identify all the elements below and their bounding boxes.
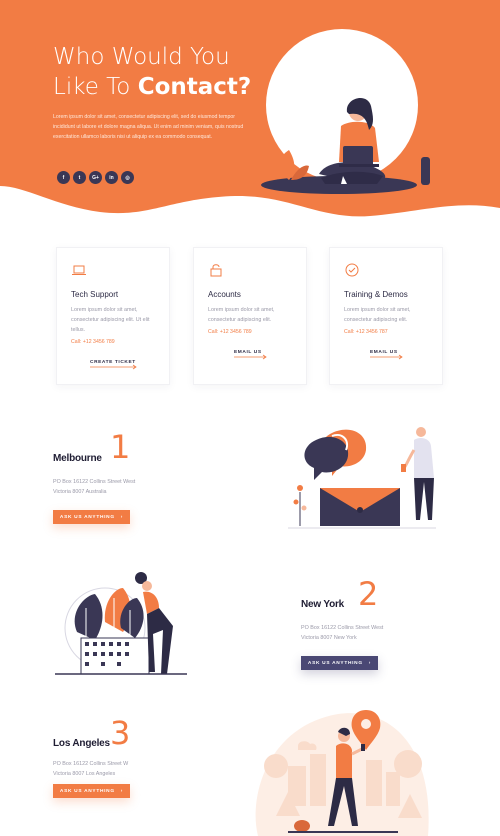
card-title: Tech Support [71, 290, 119, 299]
card-text: Lorem ipsum dolor sit amet, consectetur … [208, 307, 275, 323]
card-title: Training & Demos [344, 290, 408, 299]
check-circle-icon [345, 263, 359, 277]
chevron-right-icon: › [120, 788, 124, 794]
linkedin-icon[interactable]: in [105, 171, 118, 184]
ask-us-anything-button[interactable]: ASK US ANYTHING › [53, 784, 130, 798]
ask-us-anything-button[interactable]: ASK US ANYTHING › [301, 656, 378, 670]
chevron-right-icon: › [120, 514, 124, 520]
social-links: f t G+ in ◎ [57, 171, 134, 184]
arrow-right-icon [90, 364, 137, 370]
twitter-icon[interactable]: t [73, 171, 86, 184]
card-text: Lorem ipsum dolor sit amet, consectetur … [344, 307, 411, 323]
laptop-icon [72, 265, 86, 275]
card-accounts: Accounts Lorem ipsum dolor sit amet, con… [193, 247, 307, 385]
instagram-icon[interactable]: ◎ [121, 171, 134, 184]
woman-with-laptop-illustration [261, 29, 430, 194]
card-title: Accounts [208, 290, 241, 299]
card-phone: Call: +12 3456 787 [344, 329, 388, 335]
location-number: 3 [110, 714, 131, 752]
hero-title: Who Would You Like To Contact? [53, 44, 252, 100]
chat-envelope-illustration [288, 427, 436, 529]
woman-with-map-pin-illustration [255, 710, 429, 836]
chevron-right-icon: › [368, 660, 372, 666]
location-number: 1 [110, 428, 131, 466]
facebook-icon[interactable]: f [57, 171, 70, 184]
location-name-los-angeles: Los Angeles [53, 738, 110, 749]
location-address: PO Box 16122 Collins Street West Victori… [301, 625, 384, 641]
lock-icon [210, 264, 222, 277]
city-buildings-illustration [55, 572, 187, 675]
location-name-new-york: New York [301, 599, 345, 610]
card-phone: Call: +12 3456 789 [208, 329, 252, 335]
arrow-right-icon [370, 354, 403, 360]
location-number: 2 [358, 575, 379, 613]
card-training-demos: Training & Demos Lorem ipsum dolor sit a… [329, 247, 443, 385]
google-plus-icon[interactable]: G+ [89, 171, 102, 184]
location-name-melbourne: Melbourne [53, 453, 102, 464]
ask-us-anything-button[interactable]: ASK US ANYTHING › [53, 510, 130, 524]
hero-section: Who Would You Like To Contact? Lorem ips… [0, 0, 500, 240]
arrow-right-icon [234, 354, 267, 360]
location-address: PO Box 16122 Collins Street W Victoria 8… [53, 761, 129, 777]
location-address: PO Box 16122 Collins Street West Victori… [53, 479, 136, 495]
card-tech-support: Tech Support Lorem ipsum dolor sit amet,… [56, 247, 170, 385]
hero-description: Lorem ipsum dolor sit amet, consectetur … [53, 114, 244, 140]
card-phone: Call: +12 3456 789 [71, 339, 115, 345]
card-text: Lorem ipsum dolor sit amet, consectetur … [71, 307, 150, 333]
